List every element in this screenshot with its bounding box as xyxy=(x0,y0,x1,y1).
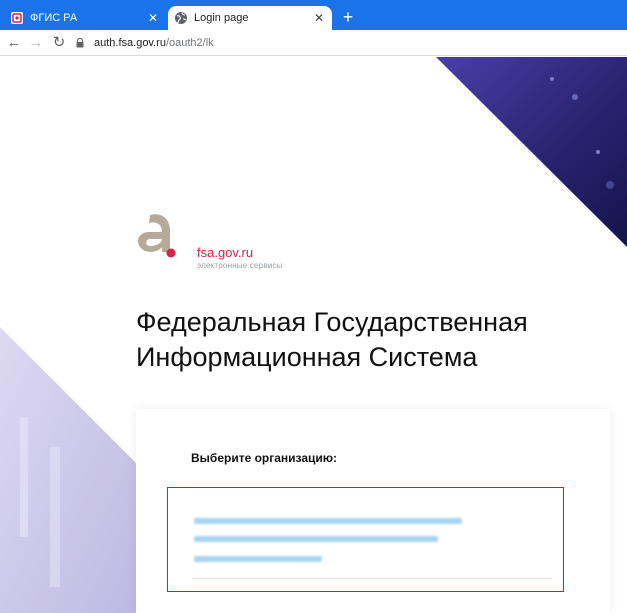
brand-name[interactable]: fsa.gov.ru xyxy=(197,245,253,260)
tab-fgis-ra[interactable]: ФГИС РА ✕ xyxy=(4,6,166,30)
brand-subtitle: электронные сервисы xyxy=(197,261,283,270)
organization-list-highlight xyxy=(167,487,564,592)
fsa-logo xyxy=(138,214,176,258)
organization-panel: Выберите организацию: xyxy=(136,409,610,613)
new-tab-button[interactable]: + xyxy=(338,6,358,28)
page-content: fsa.gov.ru электронные сервисы Федеральн… xyxy=(0,57,627,613)
url-path: /oauth2/lk xyxy=(165,37,214,49)
tab-title: Login page xyxy=(194,12,249,24)
select-organization-label: Выберите организацию: xyxy=(191,451,338,465)
redacted-text xyxy=(194,556,322,562)
list-divider xyxy=(192,578,552,579)
tab-login-page[interactable]: Login page ✕ xyxy=(168,6,332,30)
globe-icon xyxy=(175,12,187,24)
browser-toolbar: ← → ↻ auth.fsa.gov.ru/oauth2/lk xyxy=(0,30,627,56)
url-host: auth.fsa.gov.ru xyxy=(94,37,166,49)
reload-button[interactable]: ↻ xyxy=(49,33,69,53)
address-bar[interactable]: auth.fsa.gov.ru/oauth2/lk xyxy=(74,33,623,53)
lock-icon xyxy=(76,37,84,48)
tab-close-icon[interactable]: ✕ xyxy=(310,11,328,25)
back-button[interactable]: ← xyxy=(4,33,24,53)
redacted-text xyxy=(194,518,462,524)
page-title: Федеральная Государственная Информационн… xyxy=(136,305,528,375)
tab-title: ФГИС РА xyxy=(30,12,78,24)
decorative-triangle-bottom-left xyxy=(0,327,140,613)
fgis-ra-favicon-icon xyxy=(11,12,23,24)
redacted-text xyxy=(194,536,438,542)
page-title-line-1: Федеральная Государственная xyxy=(136,307,528,337)
tab-close-icon[interactable]: ✕ xyxy=(144,11,162,25)
tab-bar: ФГИС РА ✕ Login page ✕ + xyxy=(0,0,627,30)
organization-item-redacted[interactable] xyxy=(192,518,552,579)
forward-button[interactable]: → xyxy=(26,33,46,53)
page-title-line-2: Информационная Система xyxy=(136,342,478,372)
decorative-triangle-top-right xyxy=(436,57,627,247)
